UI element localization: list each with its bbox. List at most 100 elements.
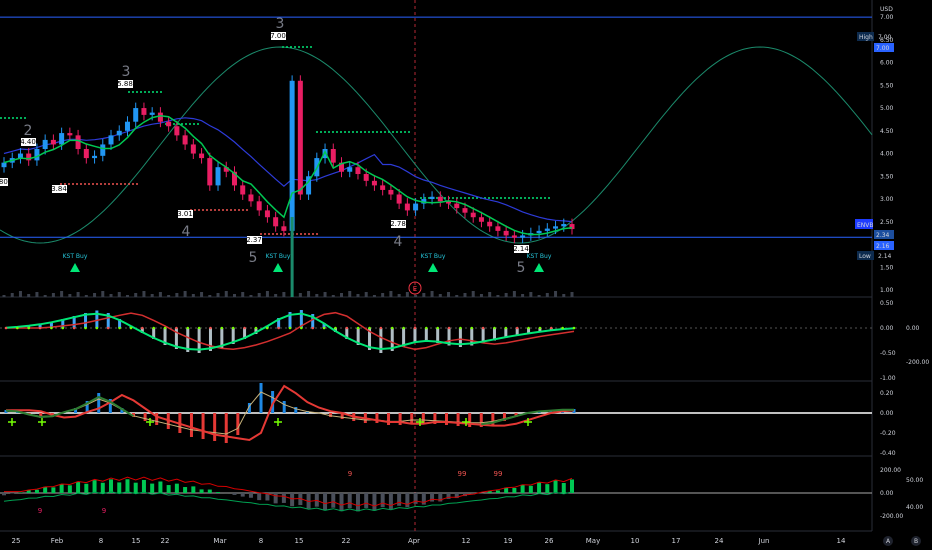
macd-dot: [231, 326, 235, 330]
volume-bar: [93, 293, 97, 297]
wave-number: 5: [249, 250, 258, 266]
price-tick-label: 3.00: [880, 196, 894, 203]
time-tick-label: 12: [462, 537, 471, 545]
candle-body: [67, 133, 73, 136]
volume-bar: [232, 294, 236, 297]
oscillator-bar: [398, 413, 402, 425]
indicator3-bar: [174, 483, 179, 493]
candle-body: [100, 144, 106, 156]
volume-bar: [438, 294, 442, 297]
macd-dot: [209, 326, 212, 330]
volume-bar: [331, 295, 335, 297]
candle-body: [503, 230, 509, 236]
indicator3-bar: [18, 492, 23, 493]
price-label-text: 3.01: [177, 210, 193, 218]
candle-body: [437, 196, 443, 202]
price-tick-label: 6.00: [880, 60, 894, 67]
volume-bar: [150, 294, 154, 297]
macd-bar: [413, 328, 417, 343]
candle-body: [396, 194, 402, 204]
candle-body: [133, 108, 139, 122]
ref-level-value: 2.16: [876, 243, 890, 250]
candle-body: [347, 167, 353, 172]
indicator3-bar: [314, 493, 319, 507]
kst-buy-label: KST Buy: [527, 253, 552, 260]
price-tick-label: 1.00: [880, 287, 894, 294]
volume-bar: [479, 294, 483, 297]
macd-dot: [334, 326, 337, 330]
indicator3-bar: [207, 489, 212, 493]
macd-dot: [459, 326, 462, 330]
volume-bar: [18, 291, 22, 297]
time-tick-label: May: [586, 537, 600, 545]
candle-body: [553, 226, 559, 229]
volume-bar: [315, 294, 319, 297]
macd-dot: [95, 326, 99, 330]
volume-bar: [455, 295, 459, 297]
time-tick-label: Apr: [408, 537, 420, 545]
indicator3-marker: 99: [458, 470, 467, 478]
last-price-value: 2.34: [876, 232, 890, 239]
candle-body: [520, 235, 526, 238]
indicator3-bar: [355, 493, 360, 512]
macd-dot: [27, 326, 31, 330]
volume-bar: [364, 292, 368, 297]
indicator3-bar: [273, 493, 278, 504]
trading-chart[interactable]: 3.80 4.40 3.84 5.88 3.01 2.37 7.00 2.78 2.14 2 3 4…: [0, 0, 932, 550]
volume-bar: [372, 295, 376, 297]
time-tick-label: 19: [504, 537, 513, 545]
price-tick-label: 7.00: [880, 14, 894, 21]
volume-bar: [224, 291, 228, 297]
indicator3-bar: [92, 480, 97, 493]
indicator3-bar: [570, 479, 574, 493]
indicator3-bar: [495, 490, 500, 493]
wave-number: 3: [122, 64, 131, 80]
candle-body: [470, 212, 476, 218]
volume-bar: [381, 293, 385, 297]
macd-dot: [356, 326, 360, 330]
volume-bar: [504, 293, 508, 297]
low-badge-label: Low: [859, 253, 871, 260]
wave-number: 5: [517, 260, 526, 276]
price-tick-label: 3.50: [880, 173, 894, 180]
time-tick-label: Feb: [51, 537, 64, 545]
volume-bar: [76, 292, 80, 297]
indicator3-bar: [199, 489, 204, 493]
wave-number: 4: [182, 224, 191, 240]
candle-body: [462, 208, 468, 213]
volume-bar: [142, 291, 146, 297]
price-tick-label: 5.00: [880, 105, 894, 112]
time-tick-label: Jun: [758, 537, 770, 545]
macd-dot: [175, 326, 178, 330]
volume-bar: [537, 295, 541, 297]
oscillator-bar: [201, 413, 205, 439]
candle-body: [355, 167, 361, 175]
wave-number: 4: [394, 234, 403, 250]
indicator3-bar: [59, 484, 64, 493]
indicator3-marker: 9: [102, 507, 106, 515]
candle-body: [190, 144, 196, 154]
indicator3-bar: [388, 493, 393, 510]
candle-body: [429, 196, 435, 200]
macd-dot: [447, 326, 451, 330]
macd-dot: [470, 326, 474, 330]
price-tick-label: 5.50: [880, 82, 894, 89]
macd-dot: [141, 326, 144, 330]
indicator3-bar: [331, 493, 336, 508]
candle-body: [248, 194, 254, 202]
volume-bar: [488, 292, 492, 297]
volume-bar: [290, 217, 294, 297]
oscillator-bar: [236, 413, 240, 435]
oscillator-bar: [224, 413, 228, 443]
volume-bar: [397, 294, 401, 297]
volume-bar: [356, 294, 360, 297]
volume-bar: [570, 292, 574, 297]
candle-body: [1, 162, 7, 168]
macd-dot: [572, 326, 576, 330]
indicator3-bar: [232, 493, 237, 495]
indicator3-bar: [397, 493, 402, 506]
candle-body: [141, 108, 147, 115]
indicator3-bar: [133, 482, 138, 493]
indicator3-bar: [109, 479, 114, 493]
candle-body: [42, 139, 48, 149]
